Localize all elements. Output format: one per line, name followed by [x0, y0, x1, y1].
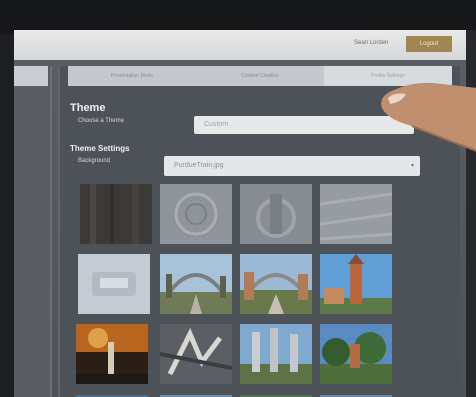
photo-of-touchscreen: Sean Lorden Logout Presentation Mode Con… [0, 0, 476, 397]
campus-trees-thumbnail[interactable] [320, 324, 392, 384]
finger-icon [381, 82, 476, 152]
dark-wood-thumbnail[interactable] [80, 184, 152, 244]
campus-arch-thumbnail[interactable] [240, 254, 312, 314]
tab-presentation-mode[interactable]: Presentation Mode [68, 66, 196, 86]
purdue-logo-image [78, 254, 150, 314]
gray-texture-thumbnail[interactable] [160, 184, 232, 244]
gray-pattern-image [240, 184, 312, 244]
campus-gateway-thumbnail[interactable] [160, 254, 232, 314]
bell-tower-thumbnail[interactable] [320, 254, 392, 314]
sidebar [14, 66, 52, 397]
theme-settings-heading: Theme Settings [70, 144, 130, 153]
purdue-logo-thumbnail[interactable] [78, 254, 150, 314]
sunset-fountain-image [76, 324, 148, 384]
logout-button[interactable]: Logout [406, 36, 452, 52]
gray-fabric-thumbnail[interactable] [320, 184, 392, 244]
monitor-bezel-top [0, 0, 476, 34]
campus-gateway-image [160, 254, 232, 314]
campus-trees-image [320, 324, 392, 384]
campus-pillars-thumbnail[interactable] [240, 324, 312, 384]
tab-content-creation[interactable]: Content Creation [196, 66, 324, 86]
gray-fabric-image [320, 184, 392, 244]
background-thumbnail-grid [76, 184, 400, 397]
gray-texture-image [160, 184, 232, 244]
user-name: Sean Lorden [354, 40, 389, 46]
background-label: Background [78, 158, 111, 164]
gray-pattern-thumbnail[interactable] [240, 184, 312, 244]
choose-theme-label: Choose a Theme [78, 118, 124, 124]
top-bar: Sean Lorden Logout [14, 30, 466, 60]
abstract-sculpture-image [160, 324, 232, 384]
abstract-sculpture-thumbnail[interactable] [160, 324, 232, 384]
campus-pillars-image [240, 324, 312, 384]
dark-wood-image [80, 184, 152, 244]
sidebar-tab[interactable] [14, 66, 48, 86]
theme-heading: Theme [70, 102, 106, 114]
campus-arch-image [240, 254, 312, 314]
sunset-fountain-thumbnail[interactable] [76, 324, 148, 384]
background-select-value: PurdueTrain.jpg [174, 162, 224, 169]
bell-tower-image [320, 254, 392, 314]
